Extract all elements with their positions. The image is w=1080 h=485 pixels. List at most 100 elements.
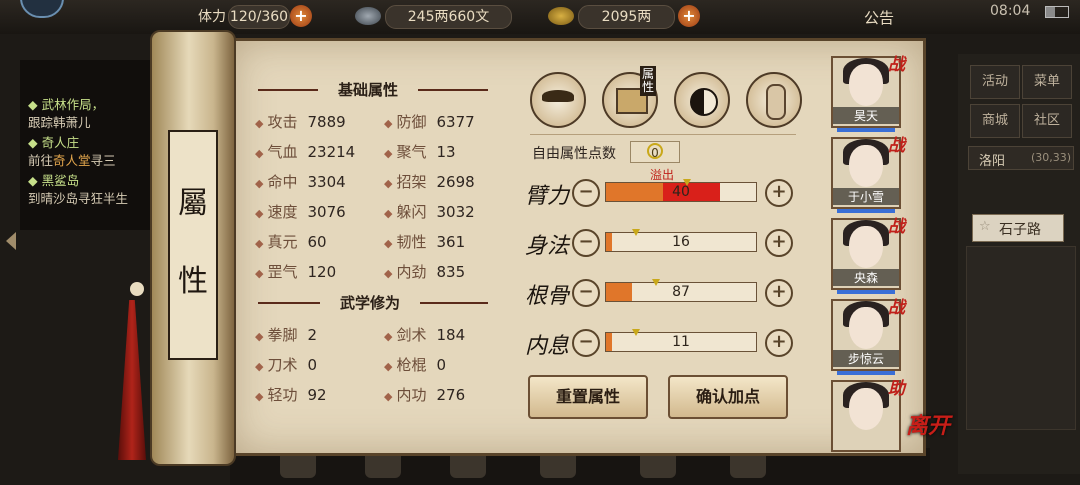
attribute-name: 内息 <box>525 334 570 359</box>
slider-marker-icon[interactable] <box>632 329 640 336</box>
diamond-icon: ◆ <box>255 237 264 250</box>
diamond-icon: ◆ <box>255 330 264 343</box>
street-list[interactable] <box>966 246 1076 430</box>
stat-value: 7889 <box>307 113 346 131</box>
attribute-value: 16 <box>672 234 690 250</box>
diamond-icon: ◆ <box>384 360 393 373</box>
stat-row: ◆ 气血 23214 <box>255 141 355 162</box>
party-member-name: 昊天 <box>833 107 899 124</box>
party-member-card[interactable]: 战昊天 <box>831 55 905 132</box>
quest-panel[interactable]: ◆ 武林作局， 跟踪韩萧儿 ◆ 奇人庄 前往奇人堂寻三 ◆ 黑鲨岛 到晴沙岛寻狂… <box>20 60 170 230</box>
reset-attributes-button[interactable]: 重置属性 <box>528 375 648 419</box>
stat-row: ◆ 真元 60 <box>255 231 327 252</box>
stat-label: 真元 <box>267 233 298 251</box>
decrease-button[interactable]: − <box>572 179 600 207</box>
party-member-card[interactable]: 战于小雪 <box>831 136 905 213</box>
stat-label: 气血 <box>267 143 298 161</box>
quest-location-link[interactable]: 奇人堂 <box>53 153 91 168</box>
confirm-points-button[interactable]: 确认加点 <box>668 375 788 419</box>
tab-meridians[interactable] <box>746 72 802 128</box>
diamond-icon: ◆ <box>255 147 264 160</box>
stat-value: 184 <box>436 326 466 344</box>
copper-value: 245两660文 <box>385 5 512 29</box>
title-char: 性 <box>178 264 208 299</box>
quest-head: 黑鲨岛 <box>41 173 80 188</box>
stat-row: ◆ 拳脚 2 <box>255 324 317 345</box>
shop-button[interactable]: 商城 <box>970 104 1020 138</box>
stat-row: ◆ 韧性 361 <box>384 231 465 252</box>
role-tag: 战 <box>888 55 905 75</box>
body-icon <box>766 84 786 120</box>
diamond-icon: ◆ <box>384 147 393 160</box>
party-member-name: 央森 <box>833 269 899 286</box>
divider <box>420 302 488 304</box>
stat-label: 防御 <box>396 113 427 131</box>
announcement-button[interactable]: 公告 <box>864 7 894 28</box>
party-member-card[interactable]: 助 <box>831 379 905 452</box>
stat-value: 3304 <box>307 173 346 191</box>
stat-label: 命中 <box>267 173 298 191</box>
attribute-bar: 87 <box>605 279 757 302</box>
slider-marker-icon[interactable] <box>632 229 640 236</box>
menu-button[interactable]: 菜单 <box>1022 65 1072 99</box>
street-button[interactable]: ☆ 石子路 <box>972 214 1064 242</box>
tab-equipment[interactable] <box>530 72 586 128</box>
base-stats-header: 基础属性 <box>337 81 398 99</box>
add-gold-button[interactable]: + <box>678 5 700 27</box>
divider <box>258 89 318 91</box>
martial-stats-header: 武学修为 <box>339 294 400 312</box>
stat-label: 剑术 <box>396 326 427 344</box>
stat-value: 3076 <box>307 203 346 221</box>
increase-button[interactable]: + <box>765 279 793 307</box>
stamina-value: 120/360 <box>228 5 290 29</box>
party-member-name: 于小雪 <box>833 188 899 205</box>
collapse-arrow-icon[interactable] <box>6 232 16 250</box>
stat-value: 6377 <box>436 113 475 131</box>
free-points-value: 0 <box>647 143 663 160</box>
stat-row: ◆ 轻功 92 <box>255 384 327 405</box>
slider-marker-icon[interactable] <box>683 179 691 186</box>
quest-title: ◆ 武林作局， <box>28 97 105 112</box>
diamond-icon: ◆ <box>255 390 264 403</box>
stat-value: 835 <box>436 263 466 281</box>
attribute-value: 87 <box>672 284 690 300</box>
hp-bar <box>837 128 895 132</box>
stat-row: ◆ 罡气 120 <box>255 261 336 282</box>
activity-button[interactable]: 活动 <box>970 65 1020 99</box>
gold-value: 2095两 <box>578 5 675 29</box>
attribute-bar: 40 <box>605 179 757 202</box>
party-member-card[interactable]: 战步惊云 <box>831 298 905 375</box>
role-tag: 助 <box>888 379 905 399</box>
add-stamina-button[interactable]: + <box>290 5 312 27</box>
tab-bagua[interactable] <box>674 72 730 128</box>
party-member-card[interactable]: 战央森 <box>831 217 905 294</box>
portrait-face <box>849 145 883 187</box>
decrease-button[interactable]: − <box>572 329 600 357</box>
quest-desc: 前往奇人堂寻三 <box>28 150 116 169</box>
location-bar[interactable]: 洛阳 (30,33) <box>968 146 1074 170</box>
divider <box>258 302 320 304</box>
diamond-icon: ◆ <box>384 267 393 280</box>
decrease-button[interactable]: − <box>572 229 600 257</box>
decrease-button[interactable]: − <box>572 279 600 307</box>
stat-row: ◆ 速度 3076 <box>255 201 346 222</box>
diamond-icon: ◆ <box>255 207 264 220</box>
diamond-icon: ◆ <box>255 360 264 373</box>
stat-value: 361 <box>436 233 466 251</box>
increase-button[interactable]: + <box>765 179 793 207</box>
hp-bar <box>837 371 895 375</box>
free-points-label: 自由属性点数 <box>532 146 616 162</box>
slider-marker-icon[interactable] <box>651 279 660 286</box>
leave-button[interactable]: 离开 <box>906 408 950 440</box>
stat-value: 2698 <box>436 173 475 191</box>
stat-row: ◆ 攻击 7889 <box>255 111 346 132</box>
attribute-name: 臂力 <box>525 184 570 209</box>
community-button[interactable]: 社区 <box>1022 104 1072 138</box>
stat-row: ◆ 命中 3304 <box>255 171 346 192</box>
stat-row: ◆ 聚气 13 <box>384 141 456 162</box>
increase-button[interactable]: + <box>765 329 793 357</box>
increase-button[interactable]: + <box>765 229 793 257</box>
hp-bar <box>837 209 895 213</box>
stat-label: 攻击 <box>267 113 298 131</box>
diamond-icon: ◆ <box>384 390 393 403</box>
